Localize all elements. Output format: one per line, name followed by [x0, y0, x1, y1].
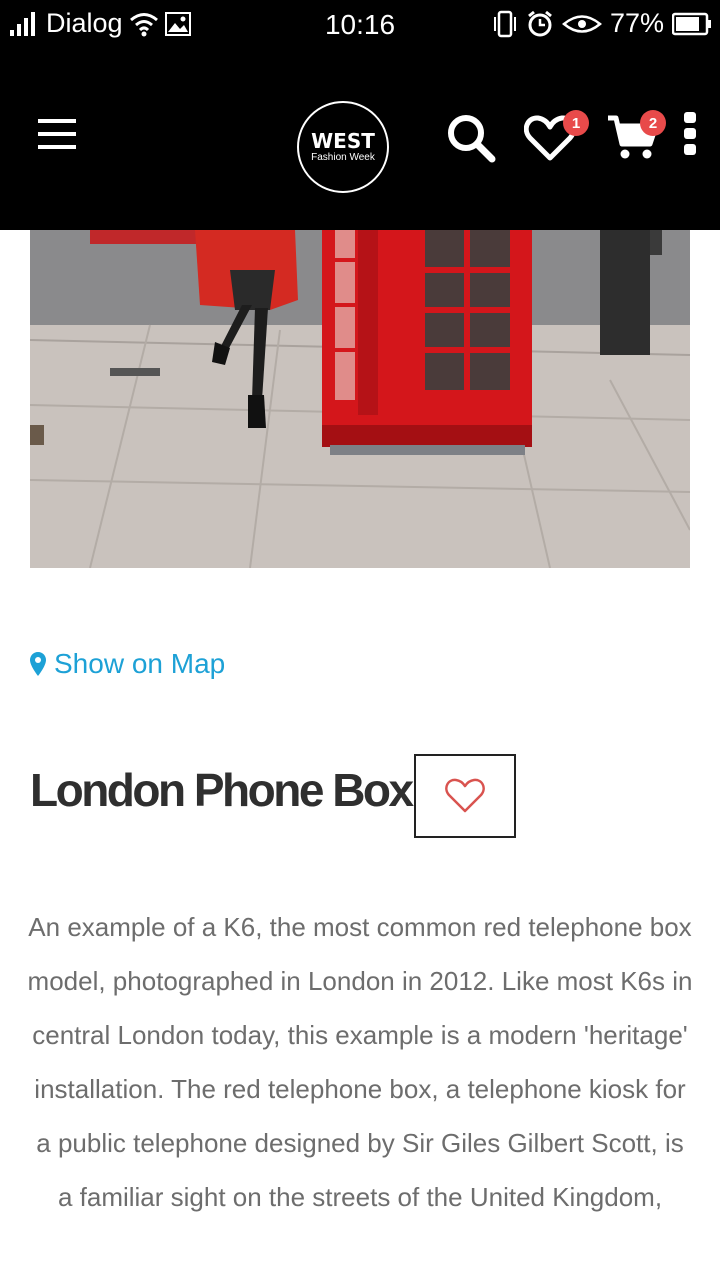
place-title: London Phone Box: [30, 764, 414, 816]
add-to-favorites-button[interactable]: [414, 754, 516, 838]
battery-percent: 77%: [609, 8, 664, 38]
wishlist-count-badge: 1: [563, 110, 589, 136]
search-icon[interactable]: [446, 113, 496, 163]
brand-logo[interactable]: WEST Fashion Week: [297, 101, 389, 193]
hamburger-menu-icon[interactable]: [38, 116, 76, 152]
phone-box-photo: [30, 230, 690, 568]
more-options-icon[interactable]: [682, 112, 698, 156]
cart-count-badge: 2: [640, 110, 666, 136]
map-pin-icon: [30, 652, 46, 676]
battery-icon: [672, 12, 711, 35]
eye-comfort-icon: [561, 14, 602, 33]
status-bar: Dialog 10:16 77%: [0, 0, 720, 50]
logo-title: WEST: [311, 129, 375, 153]
hero-image: [30, 230, 690, 568]
vibrate-icon: [493, 10, 516, 37]
app-header: WEST Fashion Week 1 2: [0, 50, 720, 230]
place-description: An example of a K6, the most common red …: [27, 912, 693, 1212]
alarm-icon: [528, 10, 552, 36]
heart-outline-icon: [445, 778, 485, 813]
show-on-map-link[interactable]: Show on Map: [30, 648, 225, 680]
show-on-map-label: Show on Map: [54, 648, 226, 679]
logo-subtitle: Fashion Week: [311, 152, 375, 163]
